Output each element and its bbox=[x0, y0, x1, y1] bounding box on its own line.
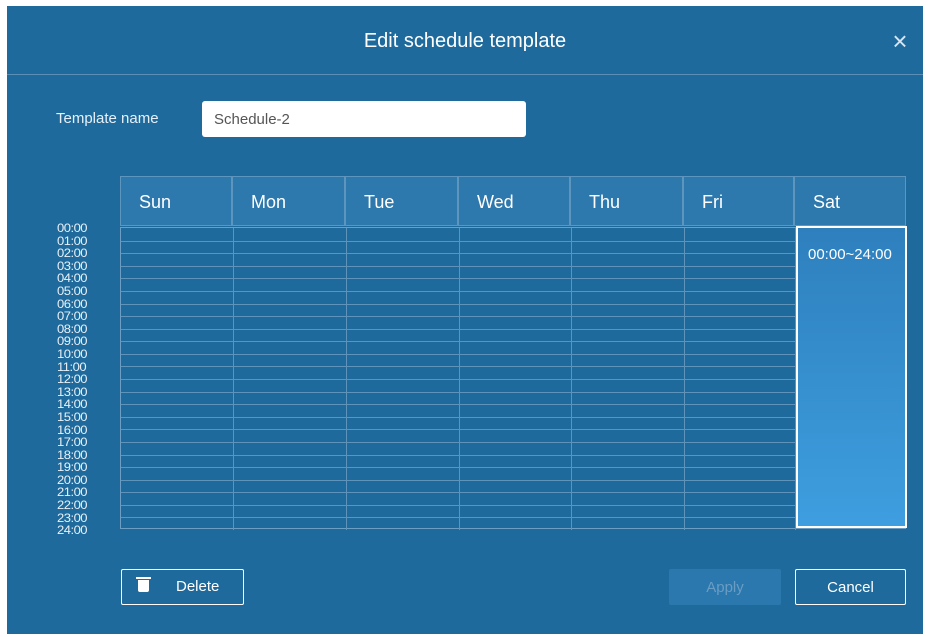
hour-gridline bbox=[121, 341, 907, 343]
day-header-fri: Fri bbox=[683, 176, 794, 226]
hour-gridline bbox=[121, 379, 907, 380]
day-header-sun: Sun bbox=[120, 176, 232, 226]
hour-gridline bbox=[121, 441, 907, 443]
hour-gridline bbox=[121, 316, 907, 318]
day-header-thu: Thu bbox=[570, 176, 683, 226]
dialog-title: Edit schedule template bbox=[363, 30, 567, 52]
hour-gridline bbox=[121, 467, 907, 469]
hour-gridline bbox=[121, 253, 907, 255]
hour-gridline bbox=[121, 404, 907, 406]
hour-gridline bbox=[121, 416, 907, 418]
template-name-input[interactable] bbox=[202, 101, 526, 137]
day-header-mon: Mon bbox=[232, 176, 345, 226]
hour-gridline bbox=[121, 328, 907, 330]
hour-gridline bbox=[121, 517, 907, 519]
apply-button[interactable]: Apply bbox=[669, 569, 781, 605]
hour-gridline bbox=[121, 429, 907, 431]
hour-gridline bbox=[121, 265, 907, 267]
hour-gridline bbox=[121, 278, 907, 280]
delete-button-label: Delete bbox=[176, 578, 220, 595]
hour-gridline bbox=[121, 504, 907, 506]
hour-gridline bbox=[121, 479, 907, 481]
hour-gridline bbox=[121, 303, 907, 305]
day-header-tue: Tue bbox=[345, 176, 458, 226]
delete-button[interactable]: Delete bbox=[121, 569, 244, 605]
dialog-header: Edit schedule template × bbox=[7, 6, 923, 75]
hour-labels: 00:00 01:00 02:00 03:00 04:00 05:00 06:00 07:00… bbox=[57, 222, 101, 538]
day-headers: Sun Mon Tue Wed Thu Fri Sat bbox=[120, 176, 906, 226]
close-icon[interactable]: × bbox=[887, 28, 913, 54]
template-name-label: Template name bbox=[56, 110, 159, 127]
day-header-wed: Wed bbox=[458, 176, 570, 226]
hour-gridline bbox=[121, 353, 907, 355]
cancel-button[interactable]: Cancel bbox=[795, 569, 906, 605]
trash-icon bbox=[136, 577, 151, 592]
hour-gridline bbox=[121, 391, 907, 393]
hour-gridline bbox=[121, 492, 907, 494]
edit-schedule-dialog: Edit schedule template × Template name 0… bbox=[7, 6, 923, 634]
sat-schedule-block[interactable]: 00:00~24:00 bbox=[796, 226, 907, 528]
sat-time-range: 00:00~24:00 bbox=[808, 246, 892, 263]
hour-gridline bbox=[121, 290, 907, 292]
schedule-grid[interactable]: Sun Mon Tue Wed Thu Fri Sat 00:00~24:00 bbox=[120, 176, 907, 531]
hour-gridline bbox=[121, 454, 907, 456]
hour-gridline bbox=[121, 240, 907, 242]
hour-gridline bbox=[121, 366, 907, 368]
hour-label: 24:00 bbox=[57, 522, 88, 537]
hours-area[interactable]: 00:00~24:00 bbox=[120, 226, 907, 530]
day-header-sat: Sat bbox=[794, 176, 906, 226]
